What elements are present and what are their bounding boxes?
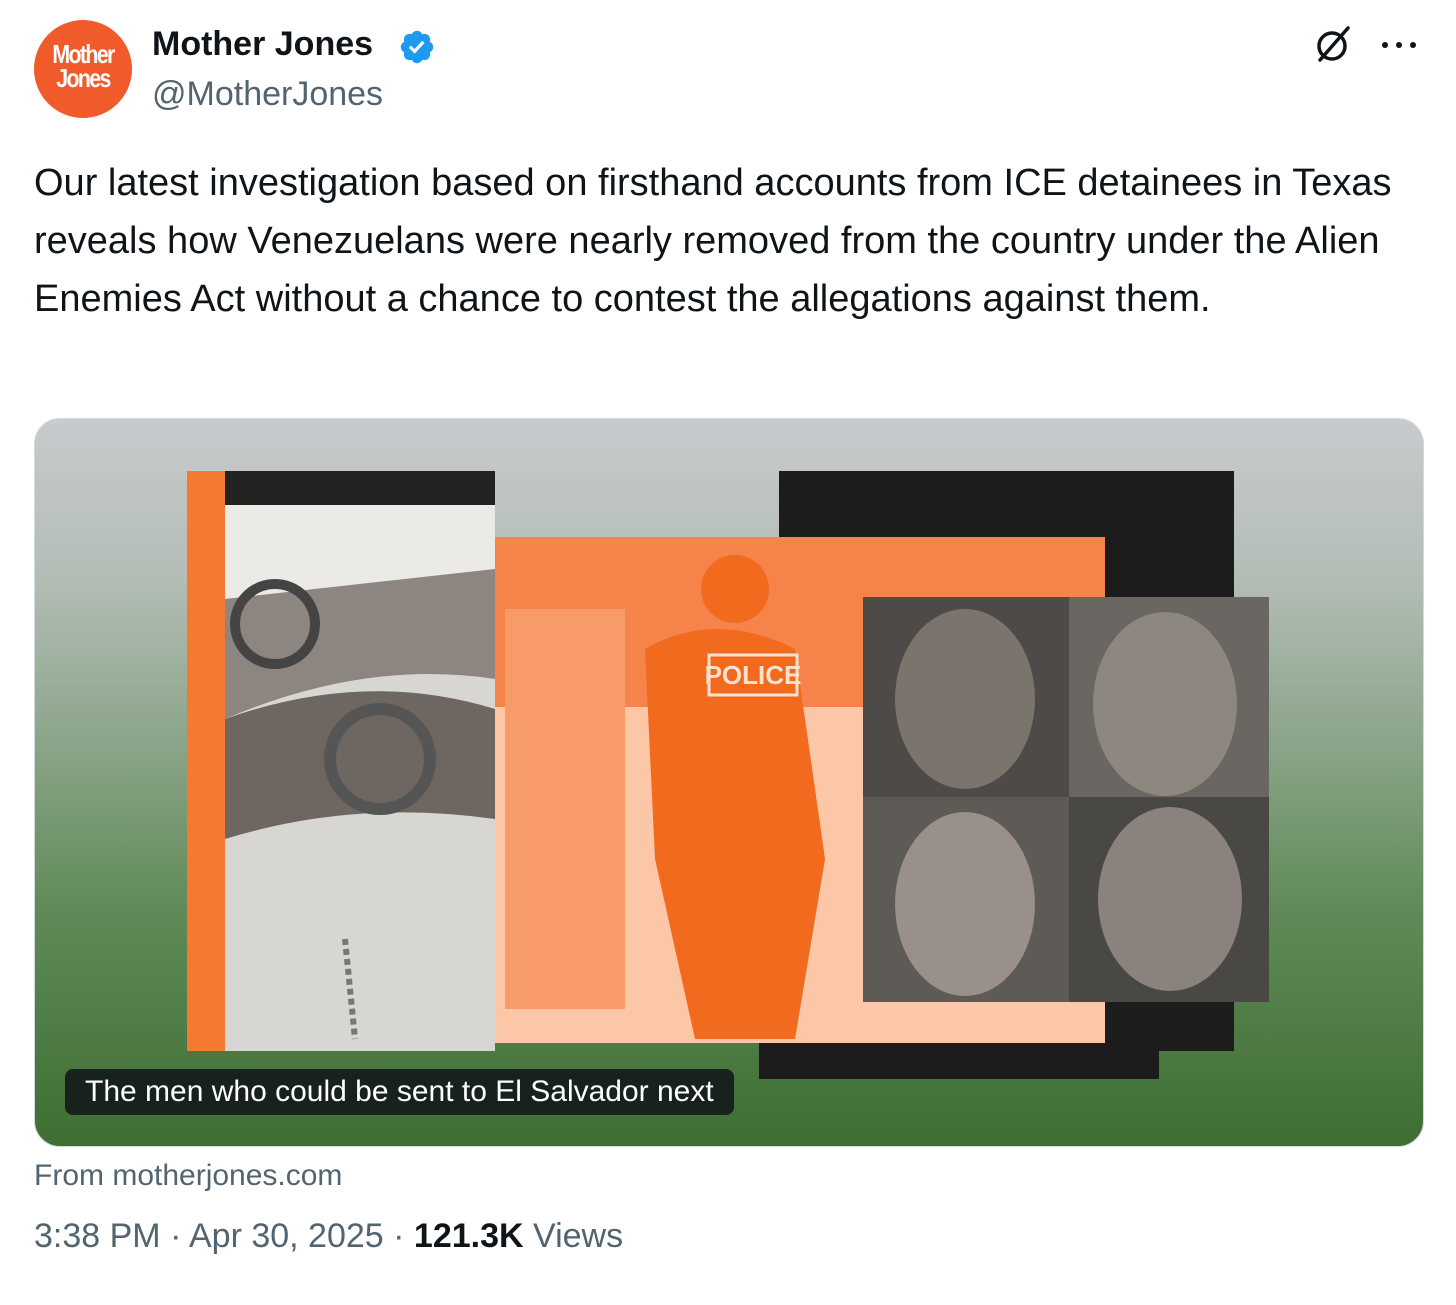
officer-head — [701, 555, 769, 623]
tweet-time[interactable]: 3:38 PM — [34, 1217, 161, 1255]
tweet-date[interactable]: Apr 30, 2025 — [189, 1217, 384, 1255]
tweet-meta: 3:38 PM · Apr 30, 2025 · 121.3K Views — [34, 1214, 623, 1258]
meta-separator: · — [393, 1217, 405, 1255]
display-name[interactable]: Mother Jones — [152, 24, 373, 64]
avatar-logo: Mother Jones — [52, 39, 115, 93]
card-source[interactable]: From motherjones.com — [34, 1156, 342, 1196]
face-1 — [895, 609, 1035, 789]
card-image: POLICE — [187, 471, 1269, 1079]
face-2 — [1093, 612, 1237, 796]
detainee-figure — [505, 609, 625, 1009]
more-options-icon[interactable] — [1378, 30, 1420, 60]
police-patch-text: POLICE — [705, 660, 802, 690]
views-count: 121.3K — [413, 1217, 524, 1255]
handle[interactable]: @MotherJones — [152, 74, 383, 114]
link-card[interactable]: POLICE The men who could be sent to El S… — [34, 418, 1424, 1147]
avatar[interactable]: Mother Jones — [34, 20, 132, 118]
views-label: Views — [533, 1217, 624, 1255]
grok-icon[interactable] — [1310, 22, 1356, 68]
card-caption: The men who could be sent to El Salvador… — [65, 1069, 734, 1115]
tweet-text: Our latest investigation based on firsth… — [34, 162, 1392, 320]
face-3 — [895, 812, 1035, 996]
meta-separator: · — [170, 1217, 182, 1255]
face-4 — [1098, 807, 1242, 991]
orange-stripe — [187, 471, 225, 1051]
verified-badge-icon — [400, 30, 434, 64]
